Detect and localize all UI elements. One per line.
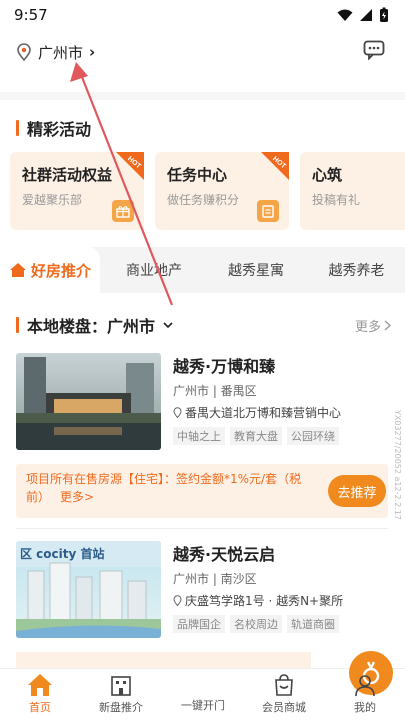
- tab-featured-homes[interactable]: 好房推介: [0, 247, 100, 293]
- section-divider: [0, 92, 405, 100]
- promo-text: 项目所有在售房源【住宅】：签约金额*1%元/套（税前） 更多>: [26, 472, 302, 504]
- wifi-icon: [337, 9, 353, 21]
- activity-sub: 投稿有礼: [312, 193, 361, 207]
- hot-badge-icon: HOT: [116, 152, 144, 180]
- listing-info: 越秀·天悦云启 广州市 | 南沙区 庆盛笃学路1号 · 越秀N+聚所 品牌国企 …: [173, 541, 391, 633]
- activity-card-community[interactable]: 社群活动权益 爱越聚乐部 HOT: [10, 152, 144, 230]
- activities-title: 精彩活动: [16, 116, 91, 140]
- nav-new-projects[interactable]: 新盘推介: [86, 673, 156, 715]
- clipboard-icon: [257, 200, 279, 222]
- listing-address: 庆盛笃学路1号 · 越秀N+聚所: [173, 592, 391, 609]
- tab-elderly-care[interactable]: 越秀养老: [308, 247, 405, 293]
- status-bar: 9:57: [0, 0, 405, 30]
- message-button[interactable]: [363, 40, 385, 64]
- system-icons: [337, 7, 389, 23]
- listing-photo: [16, 353, 161, 450]
- chevron-right-icon: ›: [89, 43, 96, 61]
- local-projects-title[interactable]: 本地楼盘：广州市: [16, 313, 173, 337]
- listing-tag: 品牌国企: [173, 615, 225, 633]
- title-accent-bar: [16, 317, 19, 333]
- building-icon: [111, 676, 131, 696]
- listing-area: 广州市 | 南沙区: [173, 572, 257, 586]
- listing-tag: 公园环绕: [287, 427, 339, 445]
- nav-home[interactable]: 首页: [5, 673, 75, 715]
- listing-card[interactable]: 区 cocity 首站 越秀·天悦云启 广州市 | 南沙区 庆盛笃学路1号 · …: [16, 541, 391, 641]
- tab-xingyu[interactable]: 越秀星寓: [204, 247, 308, 293]
- gift-icon: [112, 200, 134, 222]
- battery-icon: [380, 7, 388, 22]
- hot-badge-icon: HOT: [261, 152, 289, 180]
- listing-photo: 区 cocity 首站: [16, 541, 161, 638]
- listing-tag: 轨道商圈: [287, 615, 339, 633]
- photo-caption: 区 cocity 首站: [20, 546, 105, 561]
- location-pin-icon: [173, 595, 182, 606]
- listing-tags: 品牌国企 名校周边 轨道商圈: [173, 615, 391, 633]
- home-icon: [28, 674, 52, 696]
- listing-divider: [16, 528, 388, 529]
- listing-area: 广州市 | 番禺区: [173, 384, 257, 398]
- title-accent-bar: [16, 120, 19, 136]
- user-icon: [355, 675, 375, 697]
- shopping-bag-icon: [275, 674, 293, 696]
- listing-tag: 中轴之上: [173, 427, 225, 445]
- local-projects-header: 本地楼盘：广州市 更多: [0, 313, 405, 337]
- location-pin-icon: [17, 43, 31, 61]
- listing-tag: 名校周边: [230, 615, 282, 633]
- listing-tags: 中轴之上 教育大盘 公园环绕: [173, 427, 391, 445]
- listing-info: 越秀·万博和臻 广州市 | 番禺区 番禺大道北万博和臻营销中心 中轴之上 教育大…: [173, 353, 391, 445]
- city-selector[interactable]: 广州市 ›: [16, 42, 95, 63]
- recommend-button[interactable]: 去推荐: [328, 475, 386, 507]
- more-link[interactable]: 更多: [355, 316, 391, 335]
- chevron-down-icon: [163, 322, 173, 329]
- signal-icon: [360, 9, 372, 21]
- activity-name: 心筑: [312, 166, 343, 184]
- activities-row: 社群活动权益 爱越聚乐部 HOT 任务中心 做任务赚积分 HOT 心筑 投稿有礼: [10, 152, 405, 230]
- category-tabs: 好房推介 商业地产 越秀星寓 越秀养老: [0, 247, 405, 293]
- activity-card-tasks[interactable]: 任务中心 做任务赚积分 HOT: [155, 152, 289, 230]
- promo-more-link[interactable]: 更多>: [60, 490, 94, 504]
- nav-member-mall[interactable]: 会员商城: [249, 673, 319, 715]
- home-icon: [9, 263, 26, 277]
- chevron-right-icon: [384, 320, 391, 331]
- nav-one-key-open[interactable]: 一键开门: [168, 651, 393, 713]
- commission-promo: 项目所有在售房源【住宅】：签约金额*1%元/套（税前） 更多> 去推荐: [16, 464, 388, 518]
- city-name: 广州市: [38, 43, 84, 62]
- activity-card-xinzhu[interactable]: 心筑 投稿有礼: [300, 152, 405, 230]
- nav-profile[interactable]: 我的: [330, 673, 400, 715]
- listing-card[interactable]: 越秀·万博和臻 广州市 | 番禺区 番禺大道北万博和臻营销中心 中轴之上 教育大…: [16, 353, 391, 453]
- listing-address: 番禺大道北万博和臻营销中心: [173, 404, 391, 421]
- location-pin-icon: [173, 407, 182, 418]
- listing-tag: 教育大盘: [230, 427, 282, 445]
- listing-title: 越秀·万博和臻: [173, 357, 276, 376]
- bottom-nav: 首页 新盘推介 一键开门 会员商城 我的: [0, 651, 405, 720]
- chat-bubble-icon: [363, 40, 385, 61]
- listing-title: 越秀·天悦云启: [173, 545, 276, 564]
- status-time: 9:57: [14, 6, 48, 24]
- tab-commercial[interactable]: 商业地产: [104, 247, 204, 293]
- build-id: YX03277/20052 a12-2.2.17: [393, 410, 402, 520]
- top-bar: 广州市 ›: [0, 34, 405, 70]
